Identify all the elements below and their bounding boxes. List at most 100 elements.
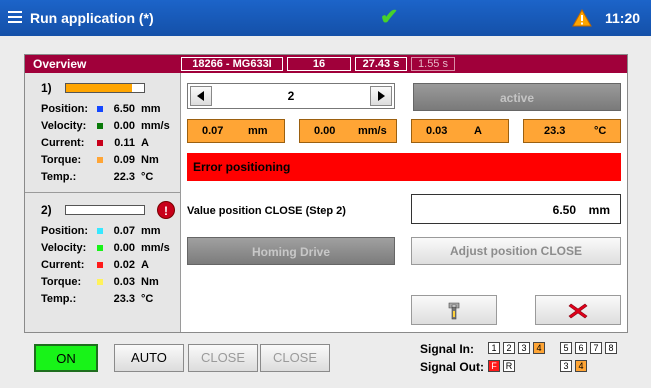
tool-button[interactable] bbox=[411, 295, 497, 325]
close-button-1[interactable]: CLOSE bbox=[188, 344, 258, 372]
axis-1-number: 1) bbox=[41, 81, 52, 95]
warning-icon[interactable] bbox=[572, 9, 592, 27]
signal-in-3: 3 bbox=[518, 342, 530, 354]
stat-unit: Nm bbox=[141, 154, 159, 166]
stat-label: Position: bbox=[41, 225, 89, 237]
cancel-button[interactable] bbox=[535, 295, 621, 325]
wrench-tool-icon bbox=[448, 302, 460, 320]
title-bar: Run application (*) ✔ 11:20 bbox=[0, 0, 651, 36]
stat-value: 23.3 bbox=[113, 293, 135, 305]
info-box-time: 27.43 s bbox=[355, 57, 407, 71]
overview-header: Overview 18266 - MG633I 16 27.43 s 1.55 … bbox=[25, 55, 627, 73]
arrow-right-icon bbox=[378, 91, 385, 101]
readout-temperature-value: 23.3 bbox=[544, 125, 566, 137]
readout-velocity-unit: mm/s bbox=[358, 125, 387, 137]
readout-current-unit: A bbox=[474, 125, 482, 137]
close-icon bbox=[568, 303, 588, 319]
readout-position: 0.07 mm bbox=[187, 119, 285, 143]
stat-color-marker bbox=[97, 123, 103, 129]
step-selector: 2 bbox=[187, 83, 395, 109]
overview-title: Overview bbox=[33, 57, 87, 71]
stat-unit: mm/s bbox=[141, 120, 170, 132]
axis-2-block: 2) ! Position: 0.07 mm Velocity: 0.00 mm/s Cur… bbox=[25, 193, 181, 332]
stat-color-marker bbox=[97, 228, 103, 234]
stat-label: Velocity: bbox=[41, 242, 87, 254]
axis-2-stat-row: Torque: 0.03 Nm bbox=[25, 274, 181, 290]
stat-label: Temp.: bbox=[41, 293, 77, 305]
value-position-field[interactable]: 6.50 mm bbox=[411, 194, 621, 224]
adjust-position-button[interactable]: Adjust position CLOSE bbox=[411, 237, 621, 265]
info-box-count: 16 bbox=[287, 57, 351, 71]
axis-1-stat-row: Current: 0.11 A bbox=[25, 135, 181, 151]
step-value: 2 bbox=[287, 89, 295, 103]
stat-label: Position: bbox=[41, 103, 89, 115]
value-position-unit: mm bbox=[588, 203, 610, 217]
axis-status-column: 1) Position: 6.50 mm Velocity: 0.00 mm/s Curre… bbox=[25, 73, 181, 332]
axis-2-progress-bar bbox=[65, 205, 145, 215]
axis-1-block: 1) Position: 6.50 mm Velocity: 0.00 mm/s Curre… bbox=[25, 73, 181, 193]
stat-value: 0.02 bbox=[113, 259, 135, 271]
active-button[interactable]: active bbox=[413, 83, 621, 111]
readout-current: 0.03 A bbox=[411, 119, 509, 143]
readout-velocity-value: 0.00 bbox=[314, 125, 336, 137]
stat-value: 22.3 bbox=[113, 171, 135, 183]
stat-color-marker bbox=[97, 157, 103, 163]
stat-unit: Nm bbox=[141, 276, 159, 288]
axis-2-error-icon[interactable]: ! bbox=[157, 201, 175, 219]
stat-unit: mm bbox=[141, 103, 161, 115]
signal-out-3: 3 bbox=[560, 360, 572, 372]
axis-2-stat-row: Velocity: 0.00 mm/s bbox=[25, 240, 181, 256]
menu-icon[interactable] bbox=[8, 11, 22, 23]
axis-1-stat-row: Torque: 0.09 Nm bbox=[25, 152, 181, 168]
step-prev-button[interactable] bbox=[190, 86, 212, 106]
error-banner: Error positioning bbox=[187, 153, 621, 181]
signal-in-7: 7 bbox=[590, 342, 602, 354]
check-icon: ✔ bbox=[380, 4, 399, 29]
stat-value: 0.03 bbox=[113, 276, 135, 288]
app-title: Run application (*) bbox=[30, 10, 154, 26]
readout-velocity: 0.00 mm/s bbox=[299, 119, 397, 143]
axis-2-number: 2) bbox=[41, 203, 52, 217]
axis-1-stat-row: Temp.: 22.3 °C bbox=[25, 169, 181, 185]
stat-unit: mm bbox=[141, 225, 161, 237]
signal-in-6: 6 bbox=[575, 342, 587, 354]
signal-in-5: 5 bbox=[560, 342, 572, 354]
stat-value: 0.00 bbox=[113, 120, 135, 132]
signal-in-4: 4 bbox=[533, 342, 545, 354]
on-button[interactable]: ON bbox=[34, 344, 98, 372]
stat-value: 6.50 bbox=[113, 103, 135, 115]
stat-unit: °C bbox=[141, 293, 154, 305]
signal-out-f: F bbox=[488, 360, 500, 372]
axis-1-progress-bar bbox=[65, 83, 145, 93]
axis-2-stat-row: Current: 0.02 A bbox=[25, 257, 181, 273]
stat-label: Current: bbox=[41, 137, 85, 149]
stat-unit: A bbox=[141, 137, 149, 149]
auto-button[interactable]: AUTO bbox=[114, 344, 184, 372]
stat-label: Current: bbox=[41, 259, 85, 271]
signal-in-2: 2 bbox=[503, 342, 515, 354]
readout-position-unit: mm bbox=[248, 125, 268, 137]
stat-value: 0.11 bbox=[114, 137, 135, 149]
info-box-id: 18266 - MG633I bbox=[181, 57, 283, 71]
axis-1-progress-fill bbox=[66, 84, 133, 92]
close-button-2[interactable]: CLOSE bbox=[260, 344, 330, 372]
stat-unit: A bbox=[141, 259, 149, 271]
stat-label: Torque: bbox=[41, 276, 82, 288]
stat-label: Velocity: bbox=[41, 120, 87, 132]
axis-1-stat-row: Position: 6.50 mm bbox=[25, 101, 181, 117]
stat-color-marker bbox=[97, 279, 103, 285]
stat-value: 0.07 bbox=[113, 225, 135, 237]
signal-out-r: R bbox=[503, 360, 515, 372]
stat-value: 0.00 bbox=[113, 242, 135, 254]
stat-color-marker bbox=[97, 245, 103, 251]
signal-in-1: 1 bbox=[488, 342, 500, 354]
signal-in-8: 8 bbox=[605, 342, 617, 354]
axis-2-stat-row: Position: 0.07 mm bbox=[25, 223, 181, 239]
homing-drive-button[interactable]: Homing Drive bbox=[187, 237, 395, 265]
arrow-left-icon bbox=[197, 91, 204, 101]
overview-panel: Overview 18266 - MG633I 16 27.43 s 1.55 … bbox=[24, 54, 628, 333]
stat-color-marker bbox=[97, 106, 103, 112]
stat-label: Torque: bbox=[41, 154, 82, 166]
step-next-button[interactable] bbox=[370, 86, 392, 106]
stat-label: Temp.: bbox=[41, 171, 77, 183]
